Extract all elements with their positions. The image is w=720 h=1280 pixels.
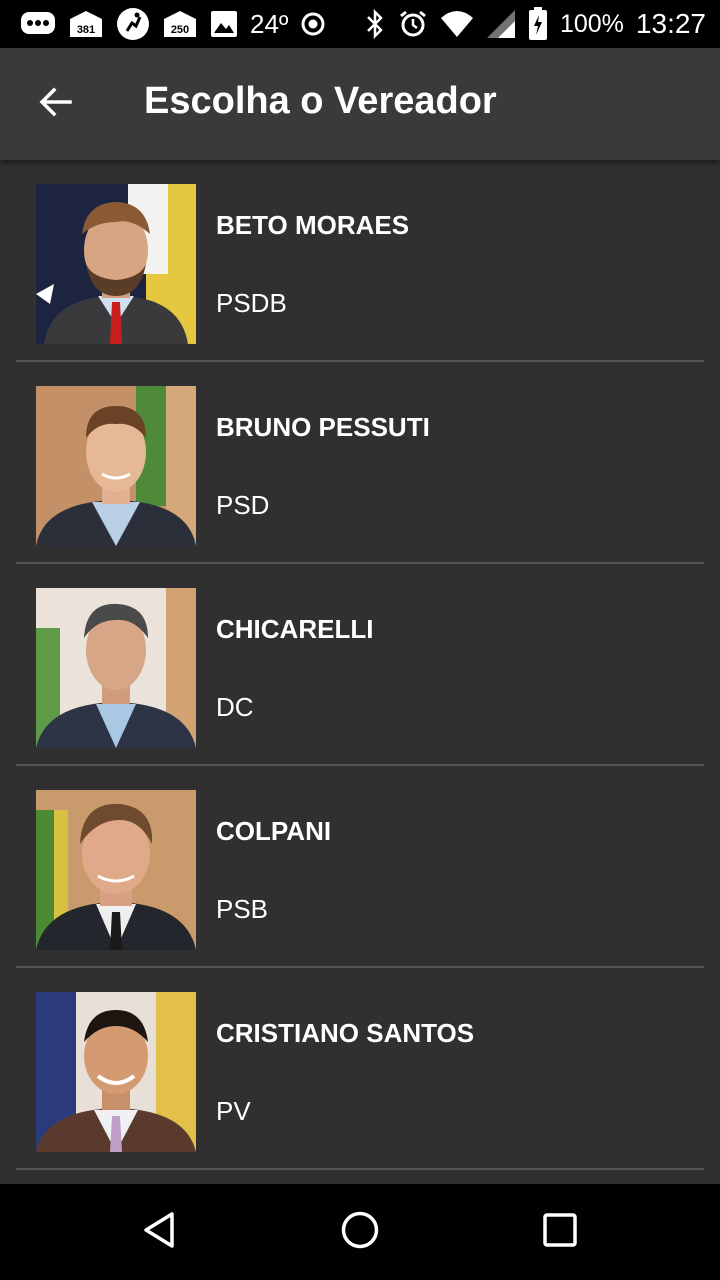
- location-target-icon: [300, 11, 326, 37]
- battery-percent: 100%: [559, 9, 624, 38]
- councilor-item-colpani[interactable]: COLPANI PSB: [16, 766, 704, 968]
- councilor-name: CHICARELLI: [216, 614, 374, 644]
- activity-icon: [116, 7, 150, 41]
- square-recents-icon: [542, 1212, 578, 1253]
- councilor-party: PV: [216, 1096, 251, 1126]
- triangle-back-icon: [140, 1210, 180, 1255]
- navigation-bar: [0, 1184, 720, 1280]
- app-bar: Escolha o Vereador: [0, 48, 720, 160]
- nav-back-button[interactable]: [132, 1204, 188, 1260]
- councilor-item-bruno-pessuti[interactable]: BRUNO PESSUTI PSD: [16, 362, 704, 564]
- arrow-back-icon: [38, 84, 74, 125]
- councilor-name: COLPANI: [216, 816, 332, 846]
- nav-recents-button[interactable]: [532, 1204, 588, 1260]
- back-button[interactable]: [28, 76, 84, 132]
- councilor-photo: [36, 588, 196, 748]
- councilor-name: BRUNO PESSUTI: [216, 412, 430, 442]
- councilor-item-cristiano-santos[interactable]: CRISTIANO SANTOS PV: [16, 968, 704, 1170]
- chat-bubble-icon: [20, 11, 56, 37]
- nav-home-button[interactable]: [332, 1204, 388, 1260]
- clock-time: 13:27: [635, 8, 706, 39]
- councilor-party: PSB: [216, 894, 269, 924]
- councilor-item-beto-moraes[interactable]: BETO MORAES PSDB: [16, 160, 704, 362]
- councilor-photo: [36, 790, 196, 950]
- mail-381-icon: 381: [68, 9, 104, 39]
- councilor-photo: [36, 992, 196, 1152]
- signal-icon: [486, 9, 516, 39]
- mail-250-icon: 250: [162, 9, 198, 39]
- status-bar: 381 250 24º 100% 13:27: [0, 0, 720, 48]
- councilor-name: BETO MORAES: [216, 210, 410, 240]
- councilor-party: DC: [216, 692, 254, 722]
- councilor-name: CRISTIANO SANTOS: [216, 1018, 475, 1048]
- mail-250-badge: 250: [171, 24, 189, 36]
- councilor-photo: [36, 386, 196, 546]
- councilor-item-chicarelli[interactable]: CHICARELLI DC: [16, 564, 704, 766]
- alarm-icon: [398, 9, 428, 39]
- councilor-party: PSD: [216, 490, 270, 520]
- page-title: Escolha o Vereador: [144, 80, 497, 122]
- battery-charging-icon: [528, 7, 548, 41]
- mail-381-badge: 381: [77, 24, 95, 36]
- circle-home-icon: [340, 1210, 380, 1255]
- bluetooth-icon: [364, 8, 386, 40]
- councilor-party: PSDB: [216, 288, 287, 318]
- wifi-icon: [440, 10, 474, 38]
- temperature-text: 24º: [250, 8, 289, 39]
- image-icon: [210, 10, 238, 38]
- councilor-photo: [36, 184, 196, 344]
- councilor-list: BETO MORAES PSDB BRUNO PESSUTI PSD CHICA…: [16, 160, 704, 1184]
